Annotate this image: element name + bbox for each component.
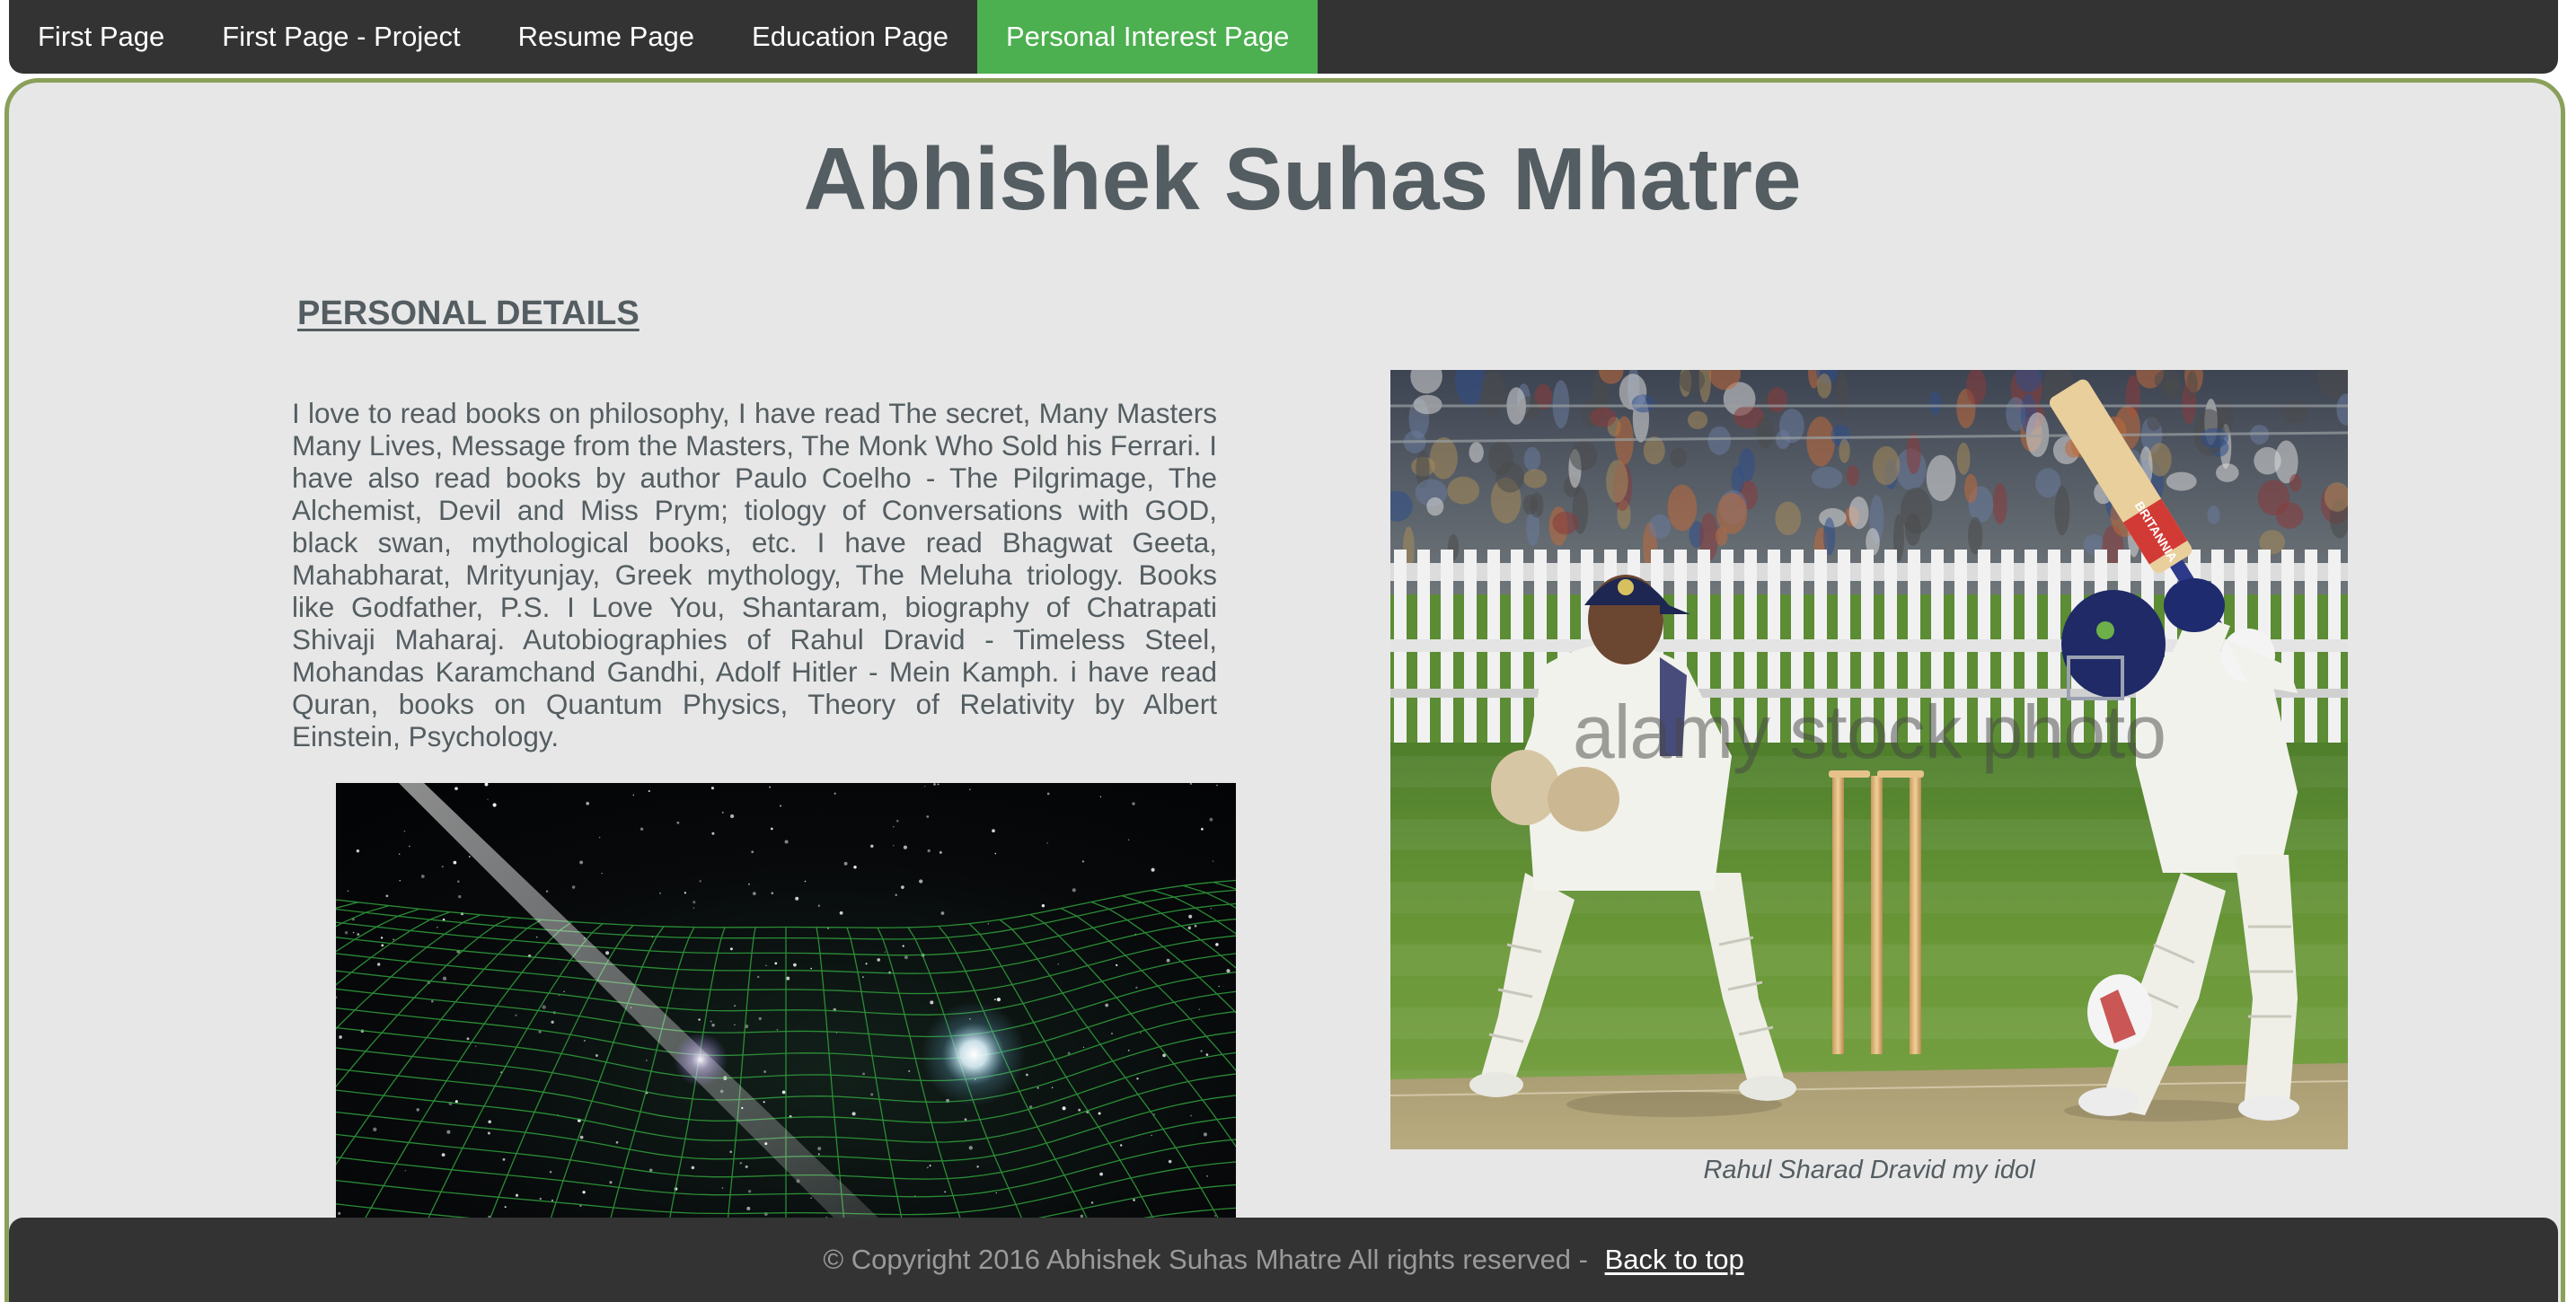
cricket-photo: BRITANNIA alamy stock photo: [1390, 370, 2348, 1149]
footer-bar: © Copyright 2016 Abhishek Suhas Mhatre A…: [9, 1218, 2558, 1302]
spacetime-grid-image: [336, 783, 1236, 1223]
nav-item-first-page-project[interactable]: First Page - Project: [193, 0, 489, 74]
cricket-photo-caption: Rahul Sharad Dravid my idol: [1703, 1156, 2035, 1184]
top-nav-bar: First Page First Page - Project Resume P…: [9, 0, 2558, 74]
nav-item-education-page[interactable]: Education Page: [723, 0, 977, 74]
footer-copyright-text: © Copyright 2016 Abhishek Suhas Mhatre A…: [823, 1244, 1596, 1275]
section-heading-personal-details: PERSONAL DETAILS: [297, 295, 640, 332]
back-to-top-link[interactable]: Back to top: [1605, 1244, 1744, 1276]
nav-item-personal-interest-page[interactable]: Personal Interest Page: [976, 0, 1319, 74]
nav-item-resume-page[interactable]: Resume Page: [490, 0, 723, 74]
page: First Page First Page - Project Resume P…: [0, 0, 2576, 1302]
stock-photo-watermark: alamy stock photo: [1572, 690, 2166, 774]
personal-interests-paragraph: I love to read books on philosophy, I ha…: [292, 397, 1217, 752]
spacetime-grid-graphic: [336, 783, 1236, 1223]
nav-item-first-page[interactable]: First Page: [9, 0, 193, 74]
page-title: Abhishek Suhas Mhatre: [803, 129, 1802, 228]
